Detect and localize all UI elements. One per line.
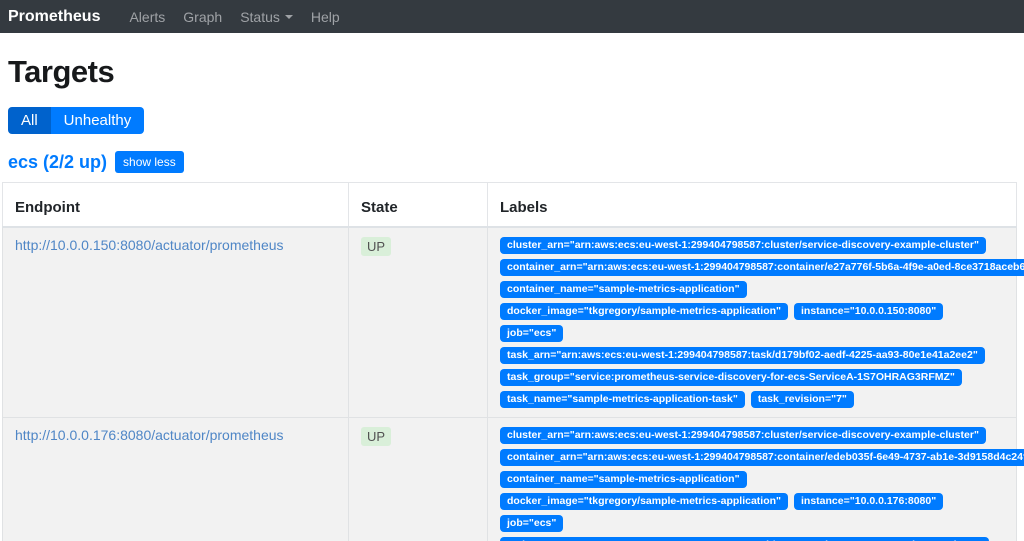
nav-item-graph[interactable]: Graph	[174, 9, 231, 25]
state-badge: UP	[361, 427, 391, 446]
column-header-endpoint: Endpoint	[3, 183, 349, 228]
filter-unhealthy-button[interactable]: Unhealthy	[51, 107, 145, 134]
label-badge: instance="10.0.0.176:8080"	[794, 493, 943, 510]
nav-item-help[interactable]: Help	[302, 9, 349, 25]
label-badge: container_name="sample-metrics-applicati…	[500, 471, 747, 488]
labels-list: cluster_arn="arn:aws:ecs:eu-west-1:29940…	[500, 237, 1004, 408]
show-less-button[interactable]: show less	[115, 151, 184, 173]
column-header-labels: Labels	[488, 183, 1017, 228]
label-badge: task_arn="arn:aws:ecs:eu-west-1:29940479…	[500, 537, 989, 541]
label-badge: docker_image="tkgregory/sample-metrics-a…	[500, 303, 788, 320]
label-badge: job="ecs"	[500, 515, 563, 532]
table-header-row: Endpoint State Labels	[3, 183, 1017, 228]
nav-item-alerts[interactable]: Alerts	[120, 9, 174, 25]
endpoint-link[interactable]: http://10.0.0.150:8080/actuator/promethe…	[15, 237, 284, 253]
label-badge: instance="10.0.0.150:8080"	[794, 303, 943, 320]
nav-item-status-label: Status	[240, 9, 280, 25]
job-header: ecs (2/2 up) show less	[8, 151, 1016, 173]
label-badge: container_arn="arn:aws:ecs:eu-west-1:299…	[500, 259, 1024, 276]
labels-list: cluster_arn="arn:aws:ecs:eu-west-1:29940…	[500, 427, 1004, 541]
label-badge: cluster_arn="arn:aws:ecs:eu-west-1:29940…	[500, 427, 986, 444]
label-badge: container_name="sample-metrics-applicati…	[500, 281, 747, 298]
label-badge: container_arn="arn:aws:ecs:eu-west-1:299…	[500, 449, 1024, 466]
job-title-link[interactable]: ecs (2/2 up)	[8, 152, 107, 173]
column-header-state: State	[349, 183, 488, 228]
brand-link[interactable]: Prometheus	[8, 8, 100, 26]
state-badge: UP	[361, 237, 391, 256]
top-navbar: Prometheus Alerts Graph Status Help	[0, 0, 1024, 33]
filter-all-button[interactable]: All	[8, 107, 51, 134]
target-row: http://10.0.0.150:8080/actuator/promethe…	[3, 227, 1017, 418]
chevron-down-icon	[285, 15, 293, 19]
label-badge: task_revision="7"	[751, 391, 854, 408]
label-badge: task_arn="arn:aws:ecs:eu-west-1:29940479…	[500, 347, 985, 364]
label-badge: task_name="sample-metrics-application-ta…	[500, 391, 745, 408]
state-filter-group: All Unhealthy	[8, 107, 144, 134]
endpoint-link[interactable]: http://10.0.0.176:8080/actuator/promethe…	[15, 427, 284, 443]
target-row: http://10.0.0.176:8080/actuator/promethe…	[3, 418, 1017, 541]
label-badge: docker_image="tkgregory/sample-metrics-a…	[500, 493, 788, 510]
label-badge: job="ecs"	[500, 325, 563, 342]
nav-item-status[interactable]: Status	[231, 9, 302, 25]
label-badge: cluster_arn="arn:aws:ecs:eu-west-1:29940…	[500, 237, 986, 254]
page-title: Targets	[8, 54, 1016, 90]
label-badge: task_group="service:prometheus-service-d…	[500, 369, 962, 386]
targets-table: Endpoint State Labels http://10.0.0.150:…	[2, 182, 1017, 541]
